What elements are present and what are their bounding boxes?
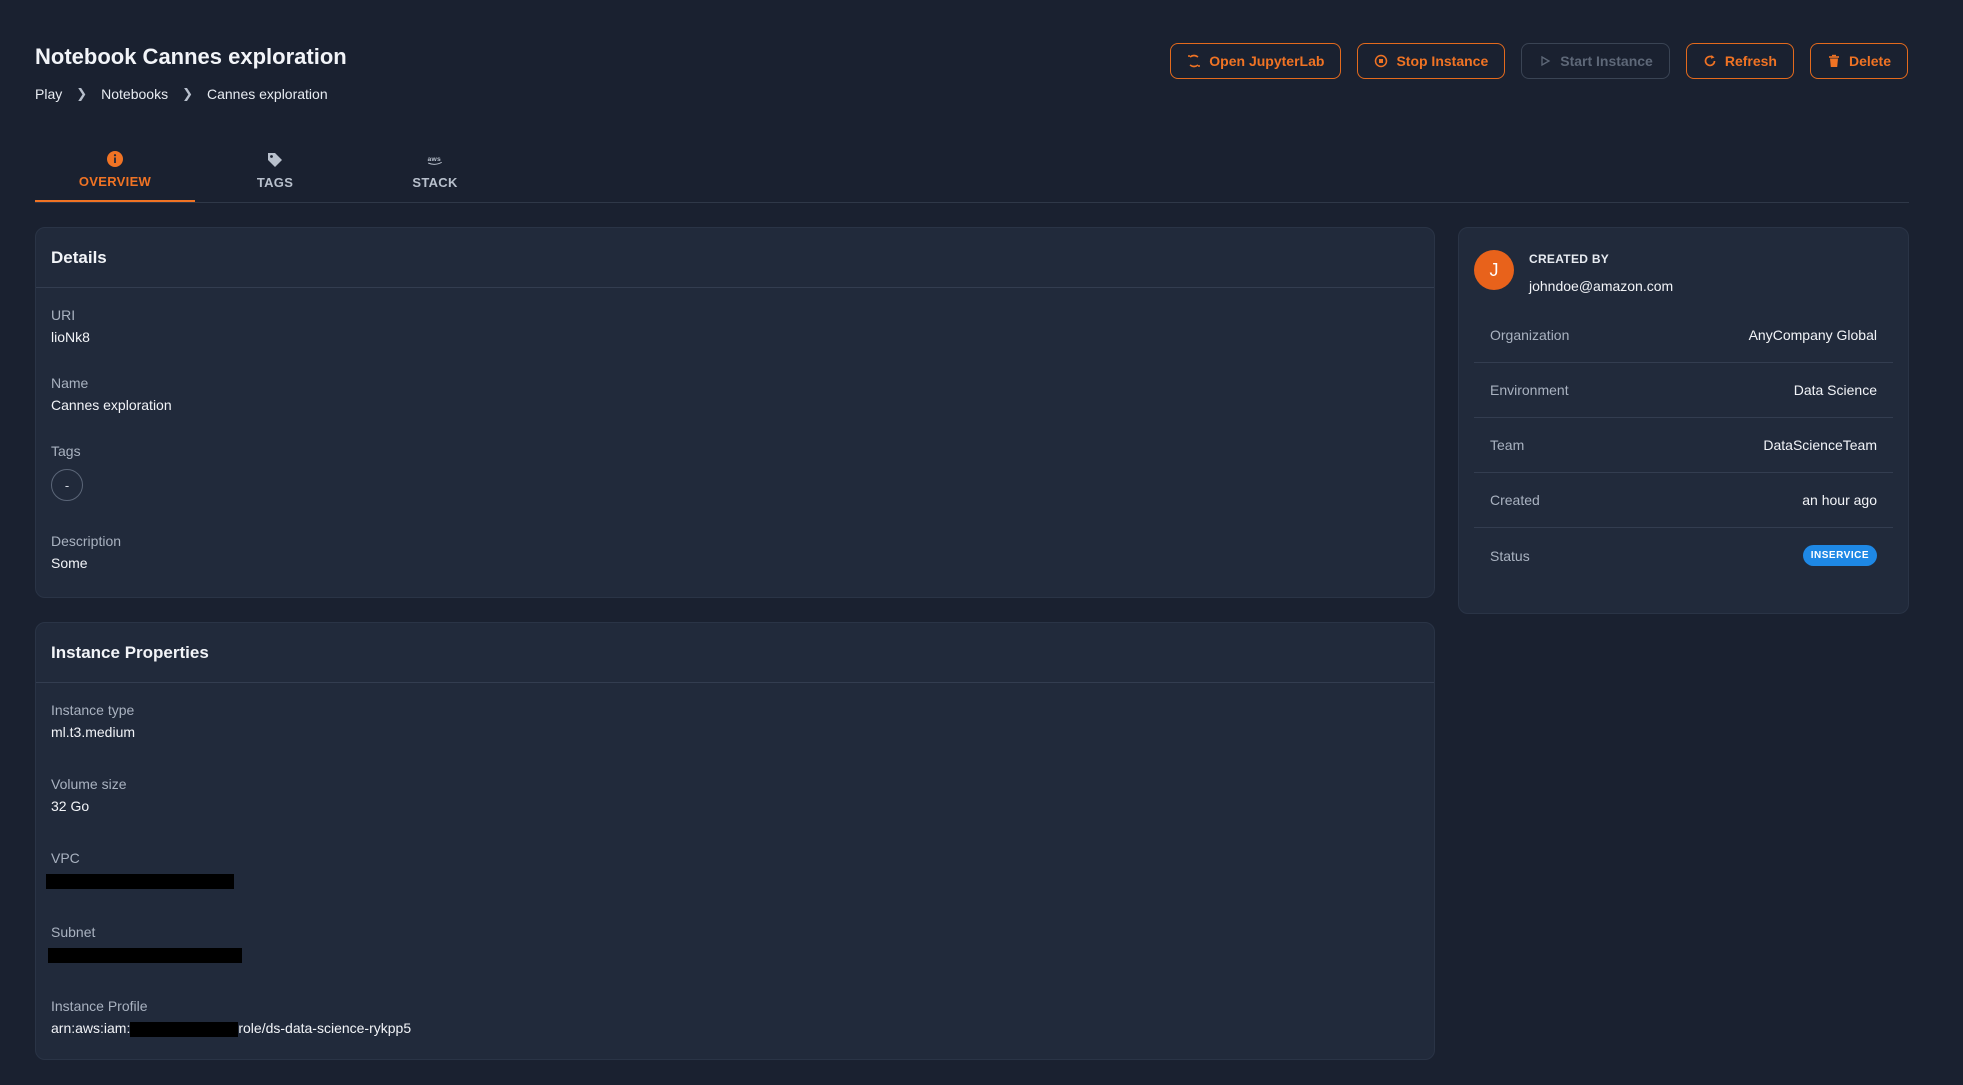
description-label: Description [51, 533, 122, 549]
meta-row-environment: Environment Data Science [1474, 363, 1893, 418]
meta-key: Environment [1490, 382, 1569, 398]
meta-value: an hour ago [1802, 492, 1877, 508]
description-field: Description Some [51, 533, 121, 571]
delete-button[interactable]: Delete [1809, 43, 1908, 79]
stop-instance-label: Stop Instance [1396, 53, 1489, 69]
meta-key: Status [1490, 547, 1530, 564]
action-bar: Open JupyterLab Stop Instance Start Inst… [1170, 43, 1908, 79]
chevron-right-icon: ❯ [76, 86, 88, 101]
avatar: J [1474, 250, 1514, 290]
volume-size-field: Volume size 32 Go [51, 776, 126, 814]
instance-profile-field: Instance Profile arn:aws:iam: role/ds-dat… [51, 998, 411, 1037]
creator-email: johndoe@amazon.com [1529, 278, 1674, 294]
name-value: Cannes exploration [51, 397, 172, 413]
status-badge: INSERVICE [1802, 545, 1877, 566]
tags-label: Tags [51, 443, 81, 459]
vpc-value [46, 872, 234, 889]
meta-row-team: Team DataScienceTeam [1474, 418, 1893, 473]
start-instance-label: Start Instance [1560, 53, 1653, 69]
refresh-button[interactable]: Refresh [1685, 43, 1794, 79]
subnet-value [48, 946, 242, 963]
subnet-field: Subnet [48, 924, 242, 963]
trash-icon [1828, 54, 1839, 67]
details-title: Details [36, 228, 1434, 288]
description-value: Some [51, 555, 88, 571]
delete-label: Delete [1848, 53, 1891, 69]
instance-type-field: Instance type ml.t3.medium [51, 702, 135, 740]
jupyter-icon [1188, 54, 1201, 68]
breadcrumb-notebooks[interactable]: Notebooks [101, 86, 168, 102]
instance-properties-title: Instance Properties [36, 623, 1434, 683]
vpc-field: VPC [46, 850, 234, 889]
open-jupyterlab-button[interactable]: Open JupyterLab [1170, 43, 1342, 79]
name-label: Name [51, 375, 89, 391]
account-id-redaction [130, 1021, 239, 1037]
page-title: Notebook Cannes exploration [35, 44, 347, 69]
empty-tag-chip: - [51, 469, 83, 501]
breadcrumb: Play ❯ Notebooks ❯ Cannes exploration [35, 86, 328, 102]
instance-profile-value: arn:aws:iam: role/ds-data-science-rykpp5 [51, 1020, 411, 1037]
tab-tags-label: TAGS [256, 174, 294, 190]
open-jupyterlab-label: Open JupyterLab [1209, 53, 1325, 69]
meta-key: Organization [1490, 327, 1570, 343]
instance-profile-suffix: role/ds-data-science-rykpp5 [238, 1020, 412, 1036]
name-field: Name Cannes exploration [51, 375, 172, 413]
breadcrumb-play[interactable]: Play [35, 86, 62, 102]
aws-icon: aws [428, 155, 442, 165]
vpc-redaction [46, 873, 234, 889]
tab-tags[interactable]: TAGS [195, 138, 355, 202]
tags-field: Tags - [51, 443, 83, 501]
tab-stack[interactable]: aws STACK [355, 138, 515, 202]
subnet-label: Subnet [51, 924, 96, 940]
instance-profile-label: Instance Profile [51, 998, 148, 1014]
instance-type-value: ml.t3.medium [51, 724, 136, 740]
metadata-card: J CREATED BY johndoe@amazon.com Organiza… [1458, 227, 1909, 614]
created-by-label: CREATED BY [1529, 252, 1610, 266]
tag-icon [268, 152, 282, 167]
volume-size-label: Volume size [51, 776, 127, 792]
uri-field: URI lioNk8 [51, 307, 90, 345]
stop-instance-button[interactable]: Stop Instance [1357, 43, 1506, 79]
tab-overview[interactable]: OVERVIEW [35, 138, 195, 202]
metadata-list: Organization AnyCompany Global Environme… [1474, 308, 1893, 583]
svg-text:aws: aws [428, 155, 441, 162]
start-instance-button[interactable]: Start Instance [1521, 43, 1670, 79]
instance-profile-prefix: arn:aws:iam: [51, 1020, 131, 1036]
chevron-right-icon: ❯ [182, 86, 193, 101]
info-icon [107, 150, 123, 167]
meta-key: Team [1490, 437, 1525, 453]
meta-row-created: Created an hour ago [1474, 473, 1893, 528]
meta-value: AnyCompany Global [1748, 327, 1877, 343]
subnet-redaction [48, 947, 242, 963]
meta-value: Data Science [1793, 382, 1877, 398]
instance-type-label: Instance type [51, 702, 135, 718]
uri-value: lioNk8 [51, 329, 90, 345]
tab-stack-label: STACK [412, 174, 458, 190]
stop-circle-icon [1375, 54, 1388, 68]
meta-key: Created [1490, 492, 1540, 508]
details-card: Details URI lioNk8 Name Cannes explorati… [35, 227, 1435, 598]
instance-properties-card: Instance Properties Instance type ml.t3.… [35, 622, 1435, 1060]
play-icon [1541, 55, 1551, 67]
meta-row-organization: Organization AnyCompany Global [1474, 308, 1893, 363]
refresh-label: Refresh [1724, 53, 1777, 69]
uri-label: URI [51, 307, 76, 323]
vpc-label: VPC [51, 850, 80, 866]
breadcrumb-current: Cannes exploration [206, 86, 328, 102]
tab-bar: OVERVIEW TAGS aws STACK [35, 138, 1909, 203]
tab-overview-label: OVERVIEW [78, 173, 152, 189]
volume-size-value: 32 Go [51, 798, 90, 814]
refresh-icon [1704, 55, 1716, 67]
meta-row-status: Status INSERVICE [1474, 528, 1893, 583]
meta-value: DataScienceTeam [1763, 437, 1877, 453]
